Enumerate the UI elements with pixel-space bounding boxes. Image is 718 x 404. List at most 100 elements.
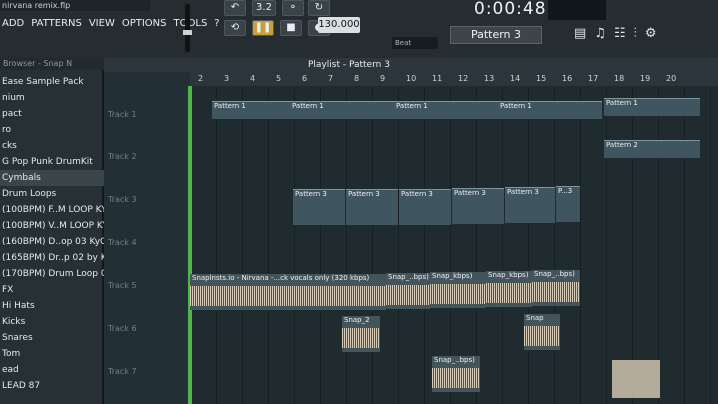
browser-item[interactable]: Hi Hats	[0, 298, 104, 314]
pattern-clip[interactable]: Pattern 1	[394, 101, 498, 119]
plugin-icon[interactable]: ⚙	[645, 26, 657, 41]
menu-view[interactable]: VIEW	[89, 16, 115, 32]
menu-add[interactable]: ADD	[2, 16, 24, 32]
ruler-mark: 5	[276, 74, 282, 83]
pattern-clip[interactable]: Pattern 2	[604, 140, 700, 158]
window-title: nirvana remix.flp	[0, 0, 150, 11]
ruler-mark: 12	[458, 74, 469, 83]
pattern-clip[interactable]: Pattern 3	[346, 189, 398, 225]
browser-item[interactable]: (170BPM) Drum Loop 01	[0, 266, 104, 282]
browser-item[interactable]: Kicks	[0, 314, 104, 330]
audio-clip[interactable]: Snap_kbps)	[486, 271, 532, 307]
ruler-mark: 16	[562, 74, 573, 83]
ruler-mark: 8	[354, 74, 360, 83]
pattern-clip[interactable]: Pattern 1	[498, 101, 602, 119]
browser-item[interactable]: cks	[0, 138, 104, 154]
audio-clip-highlight[interactable]	[612, 360, 660, 398]
browser-item[interactable]: FX	[0, 282, 104, 298]
browser-item[interactable]: Drum Loops	[0, 186, 104, 202]
browser-item[interactable]: nium	[0, 90, 104, 106]
browser-item[interactable]: Tom	[0, 346, 104, 362]
audio-clip-label: Snap_..bps)	[534, 270, 575, 278]
browser-item-selected[interactable]: Cymbals	[0, 170, 104, 186]
menu-patterns[interactable]: PATTERNS	[31, 16, 82, 32]
pattern-clip[interactable]: Pattern 1	[212, 101, 290, 119]
playhead[interactable]	[188, 86, 192, 404]
ruler-mark: 10	[406, 74, 417, 83]
ruler-mark: 4	[250, 74, 256, 83]
browser-header: Browser - Snap N	[0, 58, 104, 70]
ruler-mark: 20	[666, 74, 677, 83]
tempo-display[interactable]: 130.000	[318, 17, 360, 33]
track-label[interactable]: Track 1	[108, 110, 178, 119]
ruler-mark: 15	[536, 74, 547, 83]
master-volume-slider[interactable]	[183, 4, 192, 52]
loop-record-icon[interactable]: ↻	[308, 0, 330, 16]
playlist-grid[interactable]	[190, 72, 718, 404]
menu-help[interactable]: ?	[214, 16, 219, 32]
pattern-clip[interactable]: P...3	[556, 186, 580, 222]
playlist-title: Playlist - Pattern 3	[308, 60, 390, 70]
track-label[interactable]: Track 3	[108, 195, 178, 204]
pattern-clip[interactable]: Pattern 3	[505, 187, 555, 223]
audio-clip[interactable]: Snaplnsts.io - Nirvana -...ck vocals onl…	[190, 274, 386, 310]
ruler-mark: 17	[588, 74, 599, 83]
stop-icon[interactable]: ■	[280, 20, 302, 36]
browser-item[interactable]: ro	[0, 122, 104, 138]
ruler-mark: 9	[380, 74, 386, 83]
audio-clip[interactable]: Snap_..bps)	[386, 273, 430, 309]
track-label[interactable]: Track 2	[108, 152, 178, 161]
audio-clip[interactable]: Snap_2	[342, 316, 380, 352]
browser-item[interactable]: (100BPM) F..M LOOP KYG	[0, 202, 104, 218]
browser-item[interactable]: (100BPM) V..M LOOP KYG	[0, 218, 104, 234]
browser-item[interactable]: (165BPM) Dr..p 02 by KyG	[0, 250, 104, 266]
piano-roll-icon[interactable]: ♫	[594, 26, 606, 41]
browser-item[interactable]: pact	[0, 106, 104, 122]
pattern-clip[interactable]: Pattern 3	[399, 189, 451, 225]
fl-studio-window: nirvana remix.flp ADD PATTERNS VIEW OPTI…	[0, 0, 718, 404]
channel-rack-icon[interactable]: ☷	[614, 26, 626, 41]
track-label[interactable]: Track 5	[108, 281, 178, 290]
playlist-icon[interactable]: ▤	[574, 26, 586, 41]
audio-clip[interactable]: Snap_..bps)	[432, 356, 480, 392]
browser-item[interactable]: (160BPM) D..op 03 KyG	[0, 234, 104, 250]
loop-icon[interactable]: ⟲	[224, 20, 246, 36]
browser-item[interactable]: Ease Sample Pack	[0, 74, 104, 90]
ruler-mark: 13	[484, 74, 495, 83]
track-label[interactable]: Track 6	[108, 324, 178, 333]
audio-clip-label: Snap_2	[344, 316, 370, 324]
ruler-mark: 3	[224, 74, 230, 83]
browser-item[interactable]: G Pop Punk DrumKit	[0, 154, 104, 170]
browser-panel: Browser - Snap N Ease Sample Pack nium p…	[0, 58, 104, 404]
audio-clip[interactable]: Snap_kbps)	[430, 272, 486, 308]
audio-clip-label: Snap_kbps)	[432, 272, 473, 280]
pattern-clip[interactable]: Pattern 1	[290, 101, 394, 119]
pattern-clip[interactable]: Pattern 1	[604, 98, 700, 116]
browser-item[interactable]: ead	[0, 362, 104, 378]
browser-item[interactable]: LEAD 87	[0, 378, 104, 394]
audio-clip-label: Snap_..bps)	[434, 356, 475, 364]
ruler-mark: 2	[198, 74, 204, 83]
ruler-mark: 7	[328, 74, 334, 83]
mixer-icon[interactable]: ⫶	[634, 26, 637, 41]
playlist-toolbar: Playlist - Pattern 3	[104, 58, 718, 72]
audio-clip[interactable]: Snap	[524, 314, 560, 350]
audio-clip-label: Snap_..bps)	[388, 273, 429, 281]
pattern-clip[interactable]: Pattern 3	[452, 188, 504, 224]
track-headers: Track 1 Track 2 Track 3 Track 4 Track 5 …	[104, 72, 190, 404]
ruler-mark: 6	[302, 74, 308, 83]
pattern-selector[interactable]: Pattern 3	[450, 26, 542, 44]
menu-options[interactable]: OPTIONS	[122, 16, 167, 32]
audio-clip[interactable]: Snap_..bps)	[532, 270, 580, 306]
top-toolbar: nirvana remix.flp ADD PATTERNS VIEW OPTI…	[0, 0, 718, 58]
metronome-icon[interactable]: ⚬	[282, 0, 304, 16]
pattern-clip[interactable]: Pattern 3	[293, 189, 345, 225]
slider-handle[interactable]	[183, 30, 192, 35]
undo-icon[interactable]: ↶	[224, 0, 246, 16]
timeline-ruler[interactable]: 2 3 4 5 6 7 8 9 10 11 12 13 14 15 16 17 …	[190, 72, 718, 86]
browser-item[interactable]: Snares	[0, 330, 104, 346]
pause-icon[interactable]: ❚❚	[252, 20, 274, 36]
track-label[interactable]: Track 4	[108, 238, 178, 247]
snap-selector[interactable]: Beat	[392, 37, 438, 49]
track-label[interactable]: Track 7	[108, 367, 178, 376]
